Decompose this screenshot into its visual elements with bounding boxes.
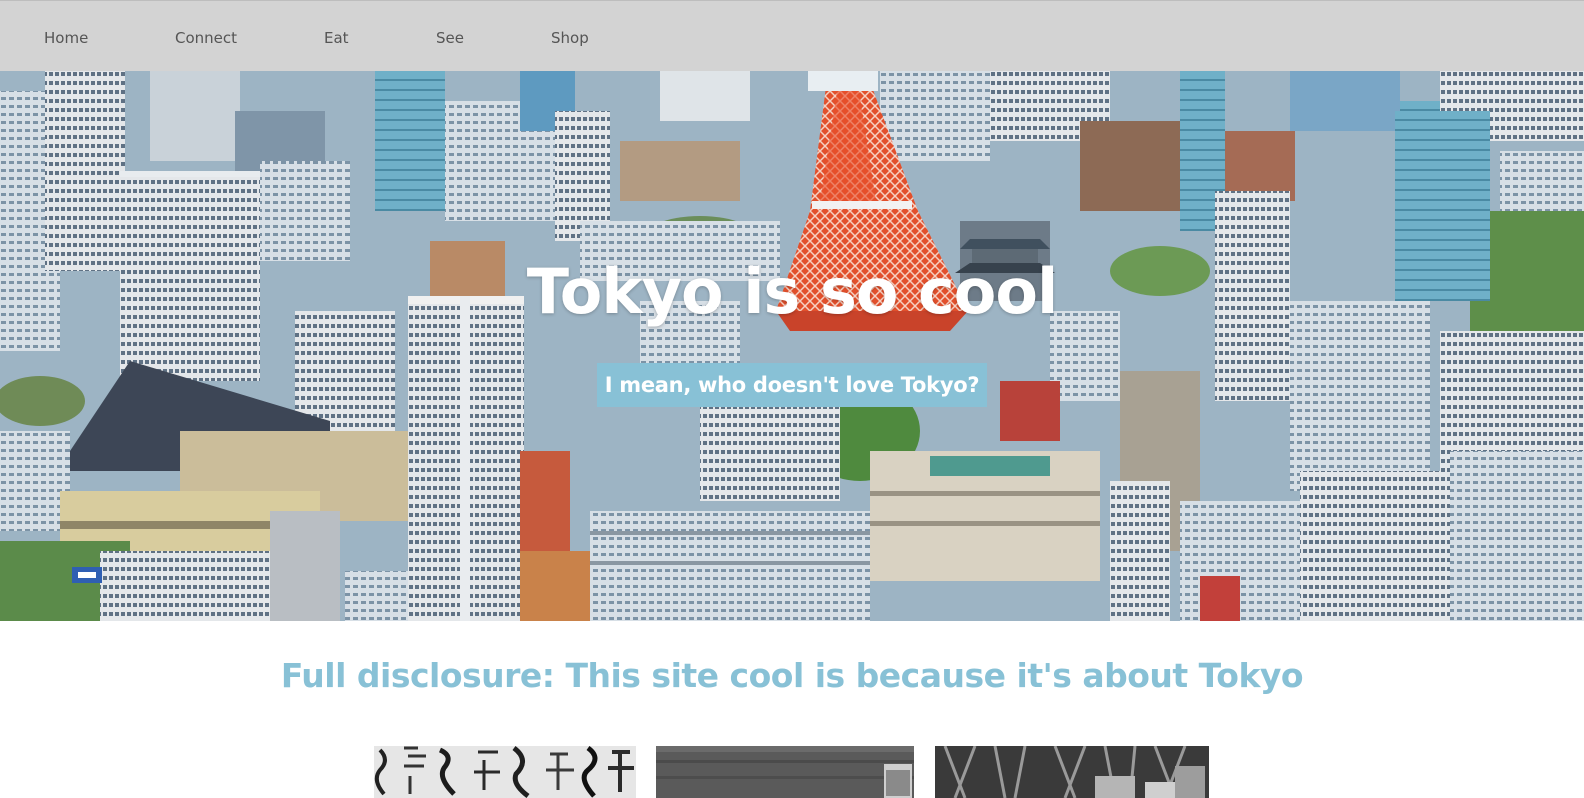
hero-title: Tokyo is so cool [526,255,1059,328]
hero-subtitle-wrap: I mean, who doesn't love Tokyo? [0,363,1584,407]
gallery-image-ema-plaques[interactable] [935,746,1209,798]
nav-link-connect[interactable]: Connect [175,28,237,48]
hero-banner: Tokyo is so cool I mean, who doesn't lov… [0,71,1584,621]
top-nav: Home Connect Eat See Shop [0,0,1584,71]
nav-link-shop[interactable]: Shop [551,28,589,48]
nav-link-see[interactable]: See [436,28,464,48]
nav-link-home[interactable]: Home [44,28,88,48]
nav-link-eat[interactable]: Eat [324,28,349,48]
section-heading: Full disclosure: This site cool is becau… [280,656,1304,695]
gallery-image-bowl[interactable] [656,746,914,798]
tokyo-cityscape-image [0,71,1584,621]
hero-subtitle: I mean, who doesn't love Tokyo? [596,363,988,407]
gallery-image-lanterns[interactable] [374,746,636,798]
